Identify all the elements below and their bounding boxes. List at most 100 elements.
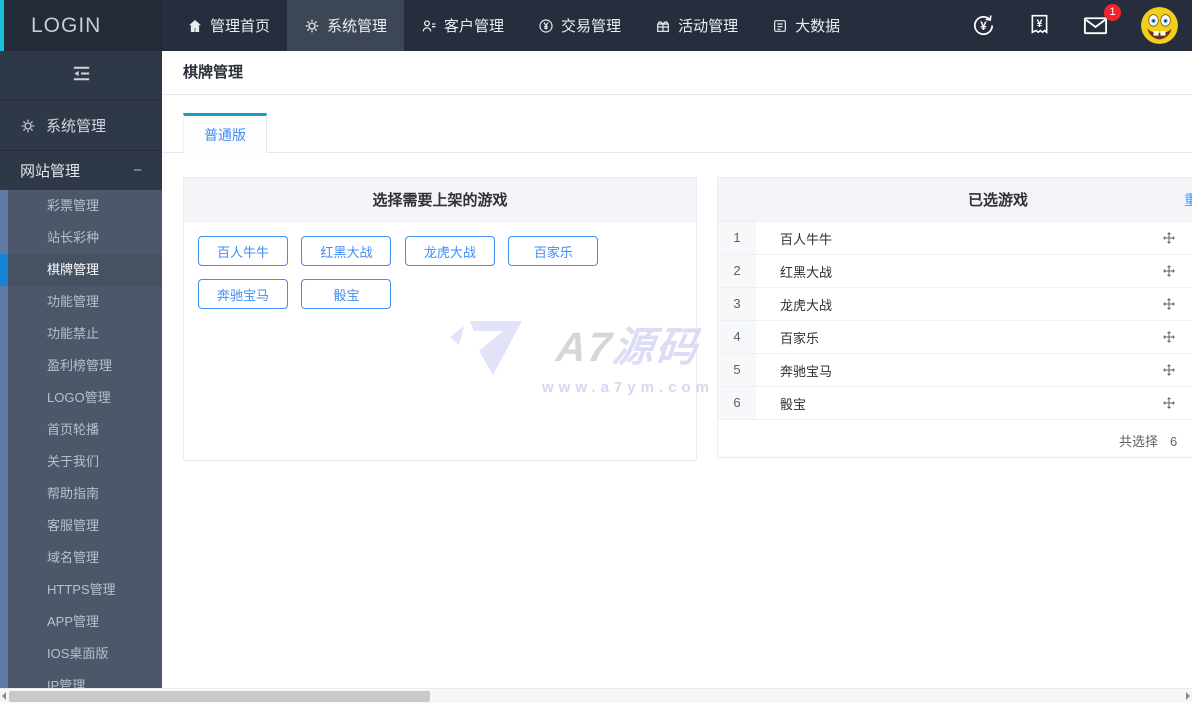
selected-game-row: 5 奔驰宝马 (718, 354, 1192, 387)
row-game-name: 骰宝 (780, 396, 807, 412)
sidebar-subitem[interactable]: 功能管理 (0, 286, 162, 318)
currency-exchange-icon[interactable]: ¥ (970, 12, 997, 39)
sidebar-subitem[interactable]: IOS桌面版 (0, 638, 162, 670)
panel-title: 选择需要上架的游戏 (372, 192, 508, 209)
selected-game-row: 3 龙虎大战 (718, 288, 1192, 321)
sidebar-subitem[interactable]: 功能禁止 (0, 318, 162, 350)
selected-game-row: 2 红黑大战 (718, 255, 1192, 288)
collapse-minus-icon: − (133, 162, 142, 179)
collapse-sidebar-button[interactable] (0, 51, 162, 101)
topnav-item[interactable]: 交易管理 (521, 0, 638, 51)
tab-normal-version[interactable]: 普通版 (183, 113, 267, 153)
logo: LOGIN (0, 0, 162, 51)
topnav-item[interactable]: 管理首页 (170, 0, 287, 51)
row-game-name: 红黑大战 (780, 264, 833, 280)
reset-link[interactable]: 重 (1184, 190, 1192, 210)
row-index: 6 (718, 387, 756, 419)
horizontal-scrollbar[interactable] (0, 688, 1192, 703)
tab-bar: 普通版 (162, 113, 1192, 153)
sidebar-subitem-label: APP管理 (47, 614, 100, 629)
scrollbar-left-arrow[interactable] (2, 692, 6, 700)
sidebar-subitem-label: 域名管理 (47, 550, 100, 565)
sidebar-subitem[interactable]: IP管理 (0, 670, 162, 688)
topnav-item-label: 系统管理 (327, 18, 388, 35)
top-navigation: 管理首页 系统管理 客户管理 交易管理 活动管理 大数据 (170, 0, 857, 51)
sidebar-subitem-label: 棋牌管理 (47, 262, 100, 277)
panels-row: 选择需要上架的游戏 百人牛牛 红黑大战 龙虎大战 百家乐 奔驰宝马 骰宝 已选游… (162, 177, 1192, 461)
sidebar-subitem[interactable]: HTTPS管理 (0, 574, 162, 606)
topnav-item-label: 客户管理 (444, 18, 505, 35)
main-content: 棋牌管理 普通版 选择需要上架的游戏 百人牛牛 红黑大战 龙虎大战 百家乐 奔驰… (162, 51, 1192, 688)
selected-game-row: 1 百人牛牛 (718, 222, 1192, 255)
mail-icon[interactable]: 1 (1082, 4, 1121, 39)
row-game-name: 百家乐 (780, 330, 820, 346)
move-icon[interactable] (1162, 396, 1176, 410)
home-icon (187, 18, 203, 34)
game-button[interactable]: 龙虎大战 (404, 236, 495, 266)
available-games-header: 选择需要上架的游戏 (184, 178, 696, 222)
sidebar-subitem-label: HTTPS管理 (47, 582, 116, 597)
game-button[interactable]: 奔驰宝马 (198, 279, 288, 309)
logo-text: LOGIN (31, 13, 102, 37)
selected-game-row: 6 骰宝 (718, 387, 1192, 420)
bill-receipt-icon[interactable]: ¥ (1027, 13, 1052, 38)
sidebar-subitem-label: 彩票管理 (47, 198, 100, 213)
topnav-item-label: 大数据 (795, 18, 841, 35)
svg-text:¥: ¥ (1037, 18, 1043, 30)
sidebar-subitem-label: IOS桌面版 (47, 646, 109, 661)
sidebar: 系统管理 网站管理 − 彩票管理 站长彩种 棋牌管理 功能管理 功能禁止 盈利榜… (0, 51, 162, 688)
topnav-item-label: 交易管理 (561, 18, 622, 35)
sidebar-subitem[interactable]: LOGO管理 (0, 382, 162, 414)
topbar-actions: ¥ ¥ 1 (970, 0, 1192, 51)
game-button[interactable]: 百家乐 (508, 236, 599, 266)
sidebar-submenu: 彩票管理 站长彩种 棋牌管理 功能管理 功能禁止 盈利榜管理 LOGO管理 首页… (0, 190, 162, 688)
sidebar-subitem[interactable]: 首页轮播 (0, 414, 162, 446)
move-icon[interactable] (1162, 297, 1176, 311)
topnav-item[interactable]: 活动管理 (638, 0, 755, 51)
avatar[interactable] (1141, 7, 1178, 44)
sidebar-subitem[interactable]: 彩票管理 (0, 190, 162, 222)
page-title: 棋牌管理 (183, 64, 244, 81)
move-icon[interactable] (1162, 231, 1176, 245)
mail-badge: 1 (1104, 4, 1121, 21)
sidebar-subitem[interactable]: 域名管理 (0, 542, 162, 574)
row-index: 1 (718, 222, 756, 254)
row-index: 3 (718, 288, 756, 320)
topnav-item[interactable]: 大数据 (755, 0, 857, 51)
sidebar-subitem[interactable]: APP管理 (0, 606, 162, 638)
topnav-item-label: 管理首页 (210, 18, 271, 35)
sidebar-subitem-label: 功能禁止 (47, 326, 100, 341)
topnav-item-label: 活动管理 (678, 18, 739, 35)
move-icon[interactable] (1162, 330, 1176, 344)
row-game-name: 百人牛牛 (780, 231, 833, 247)
sidebar-subitem-label: 功能管理 (47, 294, 100, 309)
sidebar-subitem[interactable]: 帮助指南 (0, 478, 162, 510)
collapse-sidebar-icon (70, 62, 93, 90)
topnav-item[interactable]: 系统管理 (287, 0, 405, 51)
sidebar-subitem-label: 客服管理 (47, 518, 100, 533)
sidebar-subitem[interactable]: 关于我们 (0, 446, 162, 478)
gear-icon (304, 18, 320, 34)
sidebar-subitem[interactable]: 客服管理 (0, 510, 162, 542)
sidebar-subitem-label: 首页轮播 (47, 422, 100, 437)
sidebar-subitem[interactable]: 站长彩种 (0, 222, 162, 254)
row-game-name: 奔驰宝马 (780, 363, 833, 379)
game-button[interactable]: 红黑大战 (301, 236, 392, 266)
bigdata-icon (772, 18, 788, 34)
move-icon[interactable] (1162, 363, 1176, 377)
sidebar-item-website[interactable]: 网站管理 − (0, 151, 162, 190)
sidebar-subitem[interactable]: 盈利榜管理 (0, 350, 162, 382)
footer-label: 共选择 (1119, 434, 1159, 449)
scrollbar-right-arrow[interactable] (1186, 692, 1190, 700)
yen-circle-icon (538, 18, 554, 34)
sidebar-subitem-label: 盈利榜管理 (47, 358, 113, 373)
sidebar-subitem-label: 关于我们 (47, 454, 100, 469)
scrollbar-thumb[interactable] (9, 691, 430, 702)
sidebar-item-system[interactable]: 系统管理 (0, 101, 162, 151)
game-button[interactable]: 百人牛牛 (198, 236, 288, 266)
game-button[interactable]: 骰宝 (301, 279, 392, 309)
sidebar-subitem[interactable]: 棋牌管理 (0, 254, 162, 286)
move-icon[interactable] (1162, 264, 1176, 278)
topnav-item[interactable]: 客户管理 (404, 0, 521, 51)
customer-icon (421, 18, 437, 34)
